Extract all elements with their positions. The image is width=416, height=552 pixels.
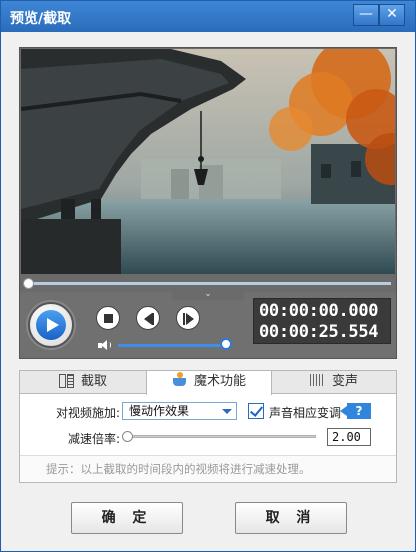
speed-slider-track[interactable] bbox=[126, 435, 316, 438]
volume-slider-track[interactable] bbox=[118, 344, 224, 347]
video-frame bbox=[21, 49, 395, 274]
close-button[interactable]: ✕ bbox=[379, 4, 405, 26]
tab-strip: 截取 魔术功能 变声 bbox=[20, 371, 396, 395]
volume-icon[interactable] bbox=[98, 340, 112, 350]
ok-button[interactable]: 确 定 bbox=[71, 502, 183, 534]
tab-cut[interactable]: 截取 bbox=[20, 371, 146, 394]
stop-button[interactable] bbox=[96, 306, 120, 330]
expand-toggle[interactable]: ⌄ bbox=[172, 288, 244, 300]
seek-bar[interactable] bbox=[21, 278, 395, 289]
tab-magic-label: 魔术功能 bbox=[193, 374, 246, 389]
step-forward-icon bbox=[186, 313, 194, 325]
next-frame-button[interactable] bbox=[176, 306, 200, 330]
play-icon bbox=[36, 310, 66, 340]
playback-controls: 00:00:00.000 00:00:25.554 bbox=[20, 292, 396, 358]
tab-cut-label: 截取 bbox=[80, 374, 107, 389]
tab-voice[interactable]: 变声 bbox=[272, 371, 396, 394]
function-panel: 截取 魔术功能 变声 对视频施加: 慢动作效果 声音相应变调 ? 减速倍率: 2… bbox=[19, 370, 397, 483]
timecode-display: 00:00:00.000 00:00:25.554 bbox=[253, 298, 391, 344]
preview-capture-window: 预览/截取 — ✕ 00:00:00.000 00:00:25.554 ⌄ 截取… bbox=[0, 0, 416, 552]
waveform-icon bbox=[309, 374, 326, 386]
speed-slider-handle[interactable] bbox=[122, 431, 133, 442]
effect-select[interactable]: 慢动作效果 bbox=[122, 402, 237, 420]
effect-label: 对视频施加: bbox=[55, 406, 120, 420]
speed-input[interactable]: 2.00 bbox=[327, 428, 371, 446]
volume-slider-handle[interactable] bbox=[220, 338, 232, 350]
current-time: 00:00:00.000 bbox=[259, 301, 379, 321]
seek-handle[interactable] bbox=[23, 278, 34, 289]
stop-icon bbox=[104, 314, 113, 323]
pitch-checkbox[interactable] bbox=[248, 403, 264, 419]
chevron-down-icon bbox=[222, 409, 232, 414]
tab-magic[interactable]: 魔术功能 bbox=[146, 371, 272, 395]
help-button[interactable]: ? bbox=[340, 403, 371, 419]
film-cut-icon bbox=[58, 374, 75, 388]
cancel-button[interactable]: 取 消 bbox=[235, 502, 347, 534]
title-bar[interactable]: 预览/截取 — ✕ bbox=[1, 1, 415, 32]
previous-frame-button[interactable] bbox=[136, 306, 160, 330]
minimize-button[interactable]: — bbox=[353, 4, 379, 26]
pitch-label[interactable]: 声音相应变调 bbox=[269, 404, 341, 421]
seek-track[interactable] bbox=[29, 282, 391, 285]
speed-label: 减速倍率: bbox=[67, 432, 120, 446]
total-time: 00:00:25.554 bbox=[259, 322, 379, 342]
step-back-icon bbox=[144, 313, 152, 325]
play-button[interactable] bbox=[28, 302, 74, 348]
effect-selected-value: 慢动作效果 bbox=[129, 404, 190, 418]
video-preview-panel: 00:00:00.000 00:00:25.554 ⌄ bbox=[19, 47, 397, 359]
hint-text: 提示：以上截取的时间段内的视频将进行减速处理。 bbox=[20, 455, 396, 482]
tab-voice-label: 变声 bbox=[331, 374, 358, 389]
magic-hat-icon bbox=[172, 372, 188, 386]
window-title: 预览/截取 bbox=[10, 11, 72, 27]
video-frame-image bbox=[21, 49, 395, 274]
